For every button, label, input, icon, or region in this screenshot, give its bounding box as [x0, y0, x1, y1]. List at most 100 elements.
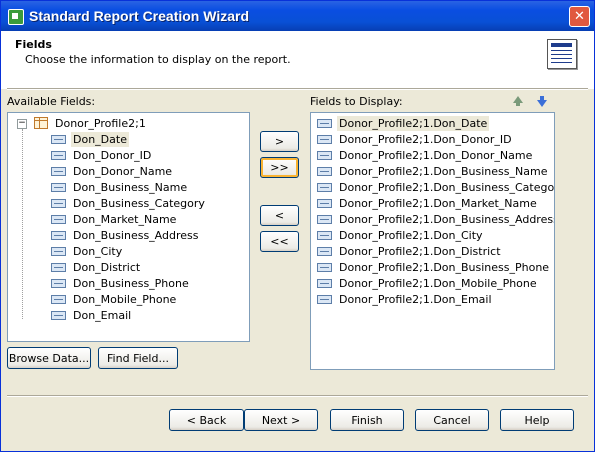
field-icon — [317, 182, 332, 192]
collapse-icon[interactable]: − — [17, 119, 27, 129]
close-button[interactable]: ✕ — [569, 6, 590, 27]
remove-all-fields-button[interactable]: << — [260, 231, 299, 252]
field-icon — [51, 166, 66, 176]
field-list-item[interactable]: Don_Date — [51, 132, 129, 147]
title-bar[interactable]: Standard Report Creation Wizard ✕ — [1, 1, 594, 31]
field-list-item[interactable]: Donor_Profile2;1.Don_Email — [317, 292, 494, 307]
field-name: Donor_Profile2;1.Don_Date — [337, 116, 490, 131]
field-name: Don_District — [73, 261, 141, 274]
field-list-item[interactable]: Donor_Profile2;1.Don_Business_Category — [317, 180, 555, 195]
field-name: Donor_Profile2;1.Don_Business_Category — [339, 181, 555, 194]
field-name: Don_City — [73, 245, 123, 258]
report-fields-icon — [547, 39, 577, 69]
field-name: Donor_Profile2;1.Don_Email — [339, 293, 492, 306]
back-button[interactable]: < Back — [169, 409, 244, 431]
field-list-item[interactable]: Don_Donor_Name — [51, 164, 174, 179]
field-icon — [317, 150, 332, 160]
field-icon — [317, 246, 332, 256]
field-icon — [317, 214, 332, 224]
field-name: Donor_Profile2;1.Don_Business_Name — [339, 165, 548, 178]
step-title: Fields — [15, 38, 52, 51]
browse-data-button[interactable]: Browse Data... — [7, 347, 91, 369]
field-list-item[interactable]: Don_Business_Phone — [51, 276, 191, 291]
field-list-item[interactable]: Don_Market_Name — [51, 212, 178, 227]
move-down-icon[interactable] — [537, 96, 547, 107]
move-up-icon[interactable] — [513, 96, 523, 106]
remove-field-button[interactable]: < — [260, 205, 299, 226]
field-name: Don_Mobile_Phone — [73, 293, 177, 306]
field-icon — [317, 230, 332, 240]
field-icon — [51, 262, 66, 272]
fields-to-display-label: Fields to Display: — [310, 95, 403, 108]
field-icon — [317, 262, 332, 272]
field-icon — [51, 182, 66, 192]
fields-to-display-list[interactable]: Donor_Profile2;1.Don_Date Donor_Profile2;… — [310, 112, 555, 370]
window-title: Standard Report Creation Wizard — [29, 8, 250, 24]
table-icon — [34, 117, 48, 129]
cancel-button[interactable]: Cancel — [415, 409, 489, 431]
help-button[interactable]: Help — [500, 409, 574, 431]
step-description: Choose the information to display on the… — [25, 53, 291, 66]
field-icon — [317, 134, 332, 144]
field-name: Don_Business_Address — [73, 229, 199, 242]
add-all-fields-button[interactable]: >> — [260, 157, 299, 178]
field-icon — [51, 278, 66, 288]
table-name: Donor_Profile2;1 — [55, 117, 146, 130]
field-icon — [51, 310, 66, 320]
field-list-item[interactable]: Don_Business_Name — [51, 180, 189, 195]
field-icon — [51, 150, 66, 160]
field-name: Don_Market_Name — [73, 213, 177, 226]
field-name: Donor_Profile2;1.Don_District — [339, 245, 501, 258]
field-name: Don_Business_Category — [73, 197, 205, 210]
field-icon — [51, 230, 66, 240]
field-name: Donor_Profile2;1.Don_Business_Address — [339, 213, 555, 226]
field-list-item[interactable]: Don_Business_Category — [51, 196, 207, 211]
field-list-item[interactable]: Donor_Profile2;1.Don_City — [317, 228, 485, 243]
tree-table-node[interactable]: Donor_Profile2;1 — [34, 116, 148, 131]
field-list-item[interactable]: Donor_Profile2;1.Don_Date — [317, 116, 490, 131]
field-list-item[interactable]: Don_City — [51, 244, 124, 259]
available-fields-tree[interactable]: − Donor_Profile2;1 Don_Date Don_Donor_ID D… — [7, 112, 250, 342]
next-button[interactable]: Next > — [244, 409, 318, 431]
header-divider — [7, 88, 588, 90]
field-name: Don_Email — [73, 309, 132, 322]
field-icon — [317, 118, 332, 128]
field-icon — [317, 294, 332, 304]
field-list-item[interactable]: Donor_Profile2;1.Don_Donor_Name — [317, 148, 534, 163]
field-list-item[interactable]: Donor_Profile2;1.Don_Business_Phone — [317, 260, 551, 275]
field-name: Don_Donor_Name — [73, 165, 173, 178]
field-list-item[interactable]: Don_Mobile_Phone — [51, 292, 178, 307]
field-list-item[interactable]: Donor_Profile2;1.Don_Mobile_Phone — [317, 276, 539, 291]
field-list-item[interactable]: Don_Email — [51, 308, 133, 323]
available-fields-label: Available Fields: — [7, 95, 96, 108]
field-list-item[interactable]: Donor_Profile2;1.Don_Business_Address — [317, 212, 555, 227]
field-list-item[interactable]: Donor_Profile2;1.Don_Donor_ID — [317, 132, 514, 147]
field-list-item[interactable]: Donor_Profile2;1.Don_Business_Name — [317, 164, 549, 179]
field-name: Don_Business_Phone — [73, 277, 189, 290]
footer-divider — [7, 395, 588, 397]
field-list-item[interactable]: Donor_Profile2;1.Don_Market_Name — [317, 196, 539, 211]
field-list-item[interactable]: Don_Business_Address — [51, 228, 201, 243]
field-icon — [51, 294, 66, 304]
field-icon — [51, 214, 66, 224]
field-icon — [51, 134, 66, 144]
add-field-button[interactable]: > — [260, 131, 299, 152]
field-name: Donor_Profile2;1.Don_Market_Name — [339, 197, 537, 210]
field-icon — [317, 278, 332, 288]
field-list-item[interactable]: Don_District — [51, 260, 142, 275]
field-name: Don_Business_Name — [73, 181, 188, 194]
field-name: Donor_Profile2;1.Don_City — [339, 229, 483, 242]
field-icon — [51, 198, 66, 208]
wizard-window: Standard Report Creation Wizard ✕ Fields… — [0, 0, 595, 452]
field-icon — [317, 198, 332, 208]
field-list-item[interactable]: Donor_Profile2;1.Don_District — [317, 244, 503, 259]
finish-button[interactable]: Finish — [330, 409, 404, 431]
field-list-item[interactable]: Don_Donor_ID — [51, 148, 153, 163]
field-name: Donor_Profile2;1.Don_Business_Phone — [339, 261, 550, 274]
field-icon — [51, 246, 66, 256]
find-field-button[interactable]: Find Field... — [98, 347, 178, 369]
app-icon — [8, 9, 24, 25]
field-name: Donor_Profile2;1.Don_Donor_Name — [339, 149, 533, 162]
tree-guide-line — [22, 129, 23, 319]
field-icon — [317, 166, 332, 176]
